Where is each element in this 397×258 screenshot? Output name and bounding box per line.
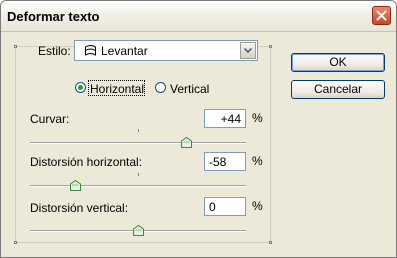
vertical-distortion-label: Distorsión vertical: xyxy=(30,201,129,215)
close-icon xyxy=(376,10,387,21)
horizontal-distortion-input[interactable]: -58 xyxy=(204,152,246,171)
group-corner-marker xyxy=(14,241,17,244)
style-select-value: Levantar xyxy=(101,44,148,58)
bend-slider-track[interactable] xyxy=(30,142,246,144)
vertical-radio-label[interactable]: Vertical xyxy=(170,82,209,96)
horizontal-distortion-unit: % xyxy=(252,154,263,168)
bend-slider-thumb[interactable] xyxy=(181,137,192,148)
warp-text-dialog: Deformar texto Estilo: Levantar Horizont… xyxy=(0,0,397,258)
cancel-button[interactable]: Cancelar xyxy=(291,80,385,99)
bend-center-tick xyxy=(138,129,139,132)
vertical-distortion-unit: % xyxy=(252,199,263,213)
horizontal-distortion-slider-track[interactable] xyxy=(30,185,246,187)
ok-button[interactable]: OK xyxy=(291,53,385,72)
vertical-distortion-input[interactable]: 0 xyxy=(204,197,246,216)
horizontal-distortion-slider-thumb[interactable] xyxy=(70,180,81,191)
horizontal-radio[interactable] xyxy=(75,82,86,93)
horizontal-distortion-center-tick xyxy=(138,173,139,176)
horizontal-radio-label[interactable]: Horizontal xyxy=(90,82,144,96)
vertical-distortion-slider-thumb[interactable] xyxy=(133,225,144,236)
title-bar[interactable]: Deformar texto xyxy=(1,1,396,32)
style-dropdown-button[interactable] xyxy=(240,42,256,59)
style-label: Estilo: xyxy=(38,44,71,58)
chevron-down-icon xyxy=(244,48,252,53)
close-button[interactable] xyxy=(372,6,391,25)
radio-selected-dot xyxy=(78,85,83,90)
dialog-title: Deformar texto xyxy=(7,9,100,24)
style-select[interactable]: Levantar xyxy=(74,40,258,61)
group-corner-marker xyxy=(269,241,272,244)
bend-label: Curvar: xyxy=(30,112,70,126)
warp-style-icon xyxy=(85,45,96,56)
horizontal-distortion-label: Distorsión horizontal: xyxy=(30,155,143,169)
group-corner-marker xyxy=(14,45,17,48)
vertical-radio[interactable] xyxy=(155,82,166,93)
bend-input[interactable]: +44 xyxy=(204,109,246,128)
bend-unit: % xyxy=(252,111,263,125)
group-corner-marker xyxy=(269,45,272,48)
